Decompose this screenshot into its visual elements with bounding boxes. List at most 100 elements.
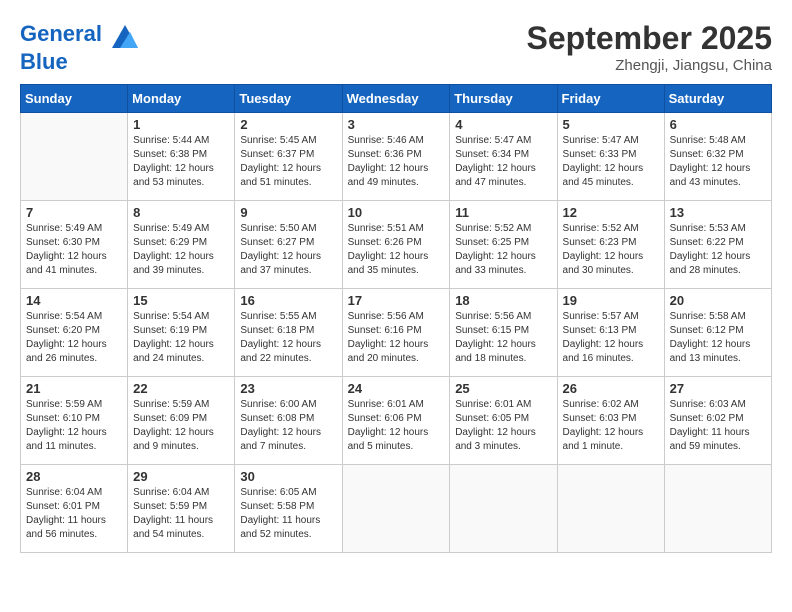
cell-info: Sunrise: 5:48 AM Sunset: 6:32 PM Dayligh… <box>670 134 766 190</box>
calendar-week-5: 28 Sunrise: 6:04 AM Sunset: 6:01 PM Dayli… <box>21 465 772 553</box>
day-number: 7 <box>26 205 122 220</box>
cell-info: Sunrise: 6:00 AM Sunset: 6:08 PM Dayligh… <box>240 398 336 454</box>
day-number: 25 <box>455 381 551 396</box>
calendar-cell: 24 Sunrise: 6:01 AM Sunset: 6:06 PM Dayli… <box>342 377 450 465</box>
cell-info: Sunrise: 6:02 AM Sunset: 6:03 PM Dayligh… <box>563 398 659 454</box>
calendar-table: SundayMondayTuesdayWednesdayThursdayFrid… <box>20 84 772 553</box>
cell-info: Sunrise: 5:56 AM Sunset: 6:15 PM Dayligh… <box>455 310 551 366</box>
day-number: 13 <box>670 205 766 220</box>
day-number: 14 <box>26 293 122 308</box>
weekday-thursday: Thursday <box>450 85 557 113</box>
page-header: General Blue September 2025 Zhengji, Jia… <box>20 20 772 74</box>
cell-info: Sunrise: 5:59 AM Sunset: 6:10 PM Dayligh… <box>26 398 122 454</box>
calendar-body: 1Sunrise: 5:44 AM Sunset: 6:38 PM Daylig… <box>21 113 772 553</box>
day-number: 18 <box>455 293 551 308</box>
day-number: 5 <box>563 117 659 132</box>
day-number: 26 <box>563 381 659 396</box>
day-number: 17 <box>348 293 445 308</box>
calendar-cell: 26 Sunrise: 6:02 AM Sunset: 6:03 PM Dayli… <box>557 377 664 465</box>
cell-info: Sunrise: 5:52 AM Sunset: 6:23 PM Dayligh… <box>563 222 659 278</box>
month-title: September 2025 <box>527 20 772 57</box>
calendar-cell: 8Sunrise: 5:49 AM Sunset: 6:29 PM Daylig… <box>128 201 235 289</box>
calendar-cell: 2 Sunrise: 5:45 AM Sunset: 6:37 PM Daylig… <box>235 113 342 201</box>
weekday-friday: Friday <box>557 85 664 113</box>
calendar-cell: 10Sunrise: 5:51 AM Sunset: 6:26 PM Dayli… <box>342 201 450 289</box>
calendar-cell <box>664 465 771 553</box>
day-number: 27 <box>670 381 766 396</box>
calendar-cell: 20Sunrise: 5:58 AM Sunset: 6:12 PM Dayli… <box>664 289 771 377</box>
day-number: 30 <box>240 469 336 484</box>
calendar-cell: 27 Sunrise: 6:03 AM Sunset: 6:02 PM Dayli… <box>664 377 771 465</box>
calendar-week-2: 7 Sunrise: 5:49 AM Sunset: 6:30 PM Daylig… <box>21 201 772 289</box>
cell-info: Sunrise: 5:47 AM Sunset: 6:33 PM Dayligh… <box>563 134 659 190</box>
calendar-cell: 11Sunrise: 5:52 AM Sunset: 6:25 PM Dayli… <box>450 201 557 289</box>
calendar-cell: 21 Sunrise: 5:59 AM Sunset: 6:10 PM Dayli… <box>21 377 128 465</box>
weekday-saturday: Saturday <box>664 85 771 113</box>
day-number: 6 <box>670 117 766 132</box>
calendar-cell: 4 Sunrise: 5:47 AM Sunset: 6:34 PM Daylig… <box>450 113 557 201</box>
day-number: 16 <box>240 293 336 308</box>
cell-info: Sunrise: 5:56 AM Sunset: 6:16 PM Dayligh… <box>348 310 445 366</box>
cell-info: Sunrise: 5:47 AM Sunset: 6:34 PM Dayligh… <box>455 134 551 190</box>
cell-info: Sunrise: 5:45 AM Sunset: 6:37 PM Dayligh… <box>240 134 336 190</box>
day-number: 20 <box>670 293 766 308</box>
calendar-cell: 15Sunrise: 5:54 AM Sunset: 6:19 PM Dayli… <box>128 289 235 377</box>
calendar-week-3: 14 Sunrise: 5:54 AM Sunset: 6:20 PM Dayli… <box>21 289 772 377</box>
cell-info: Sunrise: 5:44 AM Sunset: 6:38 PM Dayligh… <box>133 134 229 190</box>
weekday-sunday: Sunday <box>21 85 128 113</box>
day-number: 10 <box>348 205 445 220</box>
day-number: 19 <box>563 293 659 308</box>
calendar-cell: 13 Sunrise: 5:53 AM Sunset: 6:22 PM Dayli… <box>664 201 771 289</box>
day-number: 12 <box>563 205 659 220</box>
cell-info: Sunrise: 5:46 AM Sunset: 6:36 PM Dayligh… <box>348 134 445 190</box>
day-number: 8 <box>133 205 229 220</box>
calendar-cell: 22Sunrise: 5:59 AM Sunset: 6:09 PM Dayli… <box>128 377 235 465</box>
day-number: 9 <box>240 205 336 220</box>
logo-blue-text: Blue <box>20 50 140 74</box>
day-number: 28 <box>26 469 122 484</box>
calendar-cell: 6 Sunrise: 5:48 AM Sunset: 6:32 PM Daylig… <box>664 113 771 201</box>
cell-info: Sunrise: 6:01 AM Sunset: 6:05 PM Dayligh… <box>455 398 551 454</box>
day-number: 15 <box>133 293 229 308</box>
calendar-cell: 23Sunrise: 6:00 AM Sunset: 6:08 PM Dayli… <box>235 377 342 465</box>
logo: General Blue <box>20 20 140 74</box>
cell-info: Sunrise: 6:01 AM Sunset: 6:06 PM Dayligh… <box>348 398 445 454</box>
calendar-week-4: 21 Sunrise: 5:59 AM Sunset: 6:10 PM Dayli… <box>21 377 772 465</box>
weekday-header-row: SundayMondayTuesdayWednesdayThursdayFrid… <box>21 85 772 113</box>
cell-info: Sunrise: 5:55 AM Sunset: 6:18 PM Dayligh… <box>240 310 336 366</box>
calendar-cell: 14 Sunrise: 5:54 AM Sunset: 6:20 PM Dayli… <box>21 289 128 377</box>
day-number: 29 <box>133 469 229 484</box>
calendar-cell: 29Sunrise: 6:04 AM Sunset: 5:59 PM Dayli… <box>128 465 235 553</box>
calendar-cell: 25 Sunrise: 6:01 AM Sunset: 6:05 PM Dayli… <box>450 377 557 465</box>
day-number: 11 <box>455 205 551 220</box>
cell-info: Sunrise: 6:04 AM Sunset: 6:01 PM Dayligh… <box>26 486 122 542</box>
day-number: 21 <box>26 381 122 396</box>
calendar-cell: 5 Sunrise: 5:47 AM Sunset: 6:33 PM Daylig… <box>557 113 664 201</box>
day-number: 2 <box>240 117 336 132</box>
calendar-cell <box>557 465 664 553</box>
weekday-wednesday: Wednesday <box>342 85 450 113</box>
location: Zhengji, Jiangsu, China <box>527 57 772 74</box>
title-block: September 2025 Zhengji, Jiangsu, China <box>527 20 772 74</box>
calendar-cell <box>21 113 128 201</box>
calendar-cell: 17 Sunrise: 5:56 AM Sunset: 6:16 PM Dayli… <box>342 289 450 377</box>
cell-info: Sunrise: 5:54 AM Sunset: 6:20 PM Dayligh… <box>26 310 122 366</box>
calendar-cell: 3Sunrise: 5:46 AM Sunset: 6:36 PM Daylig… <box>342 113 450 201</box>
cell-info: Sunrise: 5:49 AM Sunset: 6:30 PM Dayligh… <box>26 222 122 278</box>
day-number: 24 <box>348 381 445 396</box>
calendar-week-1: 1Sunrise: 5:44 AM Sunset: 6:38 PM Daylig… <box>21 113 772 201</box>
calendar-cell: 7 Sunrise: 5:49 AM Sunset: 6:30 PM Daylig… <box>21 201 128 289</box>
calendar-cell: 1Sunrise: 5:44 AM Sunset: 6:38 PM Daylig… <box>128 113 235 201</box>
cell-info: Sunrise: 6:03 AM Sunset: 6:02 PM Dayligh… <box>670 398 766 454</box>
cell-info: Sunrise: 5:50 AM Sunset: 6:27 PM Dayligh… <box>240 222 336 278</box>
calendar-cell: 16 Sunrise: 5:55 AM Sunset: 6:18 PM Dayli… <box>235 289 342 377</box>
cell-info: Sunrise: 6:05 AM Sunset: 5:58 PM Dayligh… <box>240 486 336 542</box>
calendar-cell <box>342 465 450 553</box>
calendar-cell: 9 Sunrise: 5:50 AM Sunset: 6:27 PM Daylig… <box>235 201 342 289</box>
logo-text: General <box>20 20 140 50</box>
weekday-monday: Monday <box>128 85 235 113</box>
cell-info: Sunrise: 5:53 AM Sunset: 6:22 PM Dayligh… <box>670 222 766 278</box>
day-number: 4 <box>455 117 551 132</box>
calendar-cell <box>450 465 557 553</box>
cell-info: Sunrise: 5:57 AM Sunset: 6:13 PM Dayligh… <box>563 310 659 366</box>
